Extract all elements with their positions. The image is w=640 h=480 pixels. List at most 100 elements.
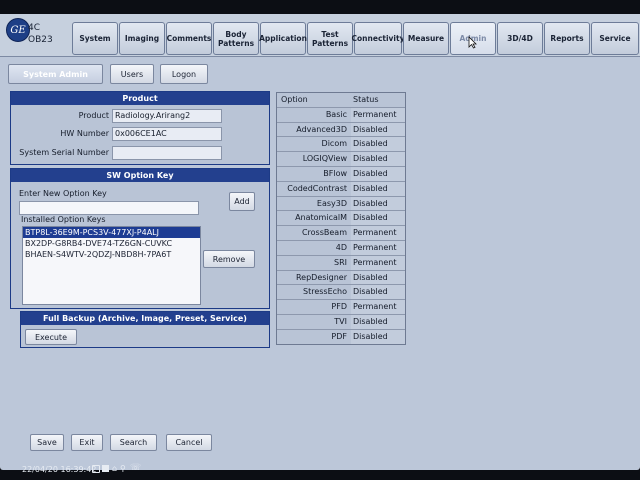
option-name: CodedContrast <box>287 183 347 193</box>
exit-button-label: Exit <box>79 438 95 447</box>
product-panel-title: Product <box>11 92 269 105</box>
option-name: BFlow <box>323 168 347 178</box>
options-table: Option Status Basic Permanent Advanced3D D… <box>276 92 406 345</box>
option-status: Permanent <box>351 255 405 270</box>
subtab-system-admin[interactable]: System Admin <box>8 64 103 84</box>
serial-number-field[interactable] <box>112 146 222 160</box>
tab-reports[interactable]: Reports <box>544 22 590 55</box>
tab-imaging[interactable]: Imaging <box>119 22 165 55</box>
list-item[interactable]: BTP8L-36E9M-PCS3V-477XJ-P4ALJ <box>23 227 200 238</box>
option-status: Disabled <box>351 122 405 137</box>
table-row: AnatomicalM Disabled <box>277 210 405 226</box>
option-name: Basic <box>325 109 347 119</box>
tab-comments[interactable]: Comments <box>166 22 212 55</box>
execute-button-label: Execute <box>35 332 67 342</box>
product-label: Product <box>78 111 109 120</box>
save-button[interactable]: Save <box>30 434 64 451</box>
tab-connectivity[interactable]: Connectivity <box>351 22 405 55</box>
save-button-label: Save <box>37 438 57 447</box>
option-name: PDF <box>331 331 347 341</box>
list-item[interactable]: BHAEN-S4WTV-2QDZJ-NBD8H-7PA6T <box>23 249 200 260</box>
table-row: StressEcho Disabled <box>277 284 405 300</box>
sw-option-key-title: SW Option Key <box>11 169 269 182</box>
tab-label: Service <box>599 34 631 43</box>
option-status: Disabled <box>351 196 405 211</box>
tab-measure[interactable]: Measure <box>403 22 449 55</box>
subtab-users[interactable]: Users <box>110 64 154 84</box>
option-name: SRI <box>334 257 347 267</box>
table-row: CrossBeam Permanent <box>277 225 405 240</box>
option-name: LOGIQView <box>302 154 347 164</box>
usb-icon: ⚲ <box>120 464 126 473</box>
subtab-label: Users <box>120 69 144 79</box>
option-column-header: Option <box>281 95 308 104</box>
tab-label: Measure <box>407 34 445 43</box>
cancel-button-label: Cancel <box>175 438 203 447</box>
network-icon: ⌂ <box>112 464 118 473</box>
status-column-header: Status <box>353 95 379 104</box>
tab-label: 3D/4D <box>507 34 533 43</box>
option-status: Disabled <box>351 314 405 329</box>
search-button[interactable]: Search <box>110 434 157 451</box>
option-status: Disabled <box>351 329 405 344</box>
serial-number-label: System Serial Number <box>19 148 109 157</box>
top-toolbar: GE 4C OB23 System Imaging Comments Body … <box>0 14 640 57</box>
execute-button[interactable]: Execute <box>25 329 77 345</box>
option-name: Dicom <box>321 139 347 149</box>
table-row: PDF Disabled <box>277 328 405 344</box>
option-status: Disabled <box>351 166 405 181</box>
installed-keys-list[interactable]: BTP8L-36E9M-PCS3V-477XJ-P4ALJ BX2DP-G8RB… <box>22 226 201 305</box>
sw-option-key-panel: SW Option Key Enter New Option Key Add I… <box>10 168 270 309</box>
table-row: PFD Permanent <box>277 299 405 314</box>
add-button[interactable]: Add <box>229 192 255 211</box>
tab-application[interactable]: Application <box>259 22 307 55</box>
tab-label: Reports <box>550 34 584 43</box>
tab-system[interactable]: System <box>72 22 118 55</box>
tab-label: System <box>79 34 111 43</box>
mouse-pointer-icon <box>468 36 477 49</box>
tab-test-patterns[interactable]: Test Patterns <box>307 22 353 55</box>
product-field: Radiology.Arirang2 <box>112 109 222 123</box>
option-name: AnatomicalM <box>295 213 347 223</box>
option-name: Advanced3D <box>296 124 347 134</box>
product-panel: Product Product Radiology.Arirang2 HW Nu… <box>10 91 270 165</box>
option-status: Disabled <box>351 181 405 196</box>
probe-label: 4C <box>28 23 41 33</box>
logo-text: GE <box>10 24 26 36</box>
option-name: Easy3D <box>316 198 347 208</box>
screen: GE 4C OB23 System Imaging Comments Body … <box>0 14 640 474</box>
option-name: 4D <box>335 242 347 252</box>
option-name: StressEcho <box>302 287 347 297</box>
subtab-logon[interactable]: Logon <box>160 64 208 84</box>
cancel-button[interactable]: Cancel <box>166 434 212 451</box>
exit-button[interactable]: Exit <box>71 434 103 451</box>
table-row: CodedContrast Disabled <box>277 180 405 196</box>
full-backup-panel: Full Backup (Archive, Image, Preset, Ser… <box>20 311 270 348</box>
option-name: PFD <box>331 302 347 312</box>
option-status: Disabled <box>351 137 405 152</box>
lock-icon <box>92 465 100 473</box>
tab-label: Connectivity <box>351 34 405 43</box>
option-key-input[interactable] <box>19 201 199 215</box>
option-name: RepDesigner <box>295 272 347 282</box>
tab-service[interactable]: Service <box>591 22 639 55</box>
subtab-label: System Admin <box>23 69 88 79</box>
tab-3d4d[interactable]: 3D/4D <box>497 22 543 55</box>
option-status: Permanent <box>351 107 405 122</box>
subtab-label: Logon <box>171 69 197 79</box>
option-status: Disabled <box>351 270 405 285</box>
table-row: TVI Disabled <box>277 313 405 329</box>
table-row: Advanced3D Disabled <box>277 121 405 137</box>
remove-button[interactable]: Remove <box>203 250 255 268</box>
probe-info: 4C OB23 <box>28 22 53 46</box>
option-status: Disabled <box>351 152 405 166</box>
tab-label: Imaging <box>124 34 160 43</box>
tab-body-patterns[interactable]: Body Patterns <box>213 22 259 55</box>
table-row: BFlow Disabled <box>277 165 405 181</box>
tab-label: Test Patterns <box>311 29 349 48</box>
installed-option-keys-label: Installed Option Keys <box>21 215 106 224</box>
table-row: SRI Permanent <box>277 254 405 270</box>
table-row: Basic Permanent <box>277 106 405 122</box>
hw-number-label: HW Number <box>60 129 109 138</box>
list-item[interactable]: BX2DP-G8RB4-DVE74-TZ6GN-CUVKC <box>23 238 200 249</box>
